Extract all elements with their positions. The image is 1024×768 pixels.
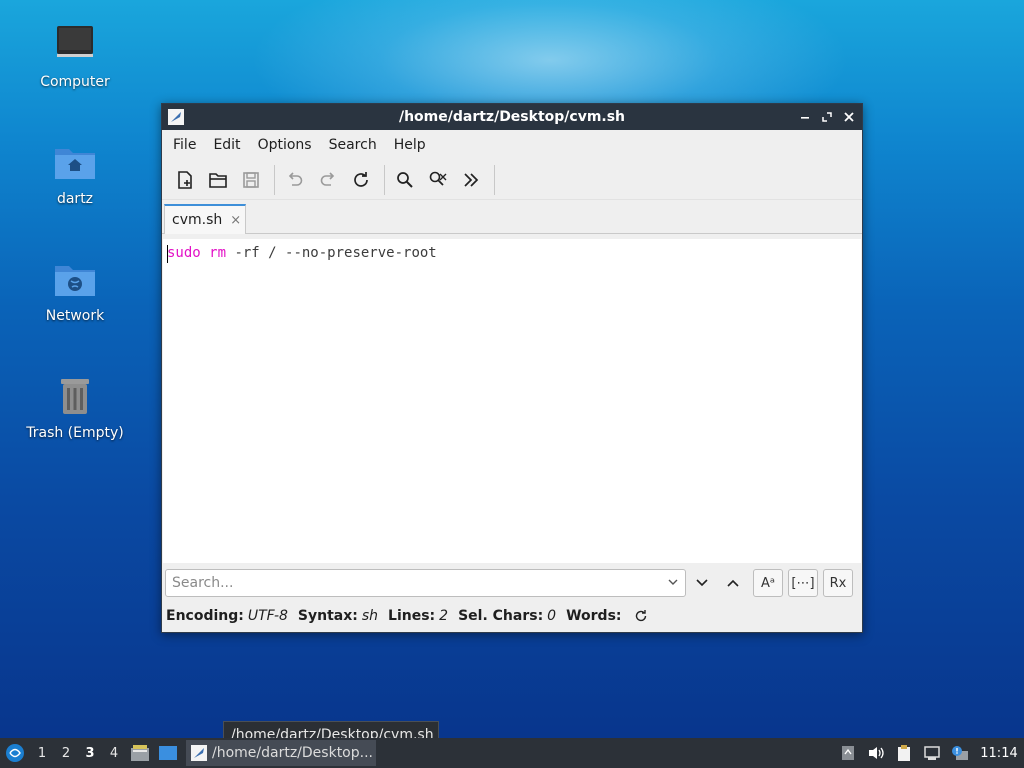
tab-close-icon[interactable]: × xyxy=(230,213,241,228)
whole-word-button[interactable]: [⋯] xyxy=(788,569,818,597)
text-editor-area[interactable]: sudo rm -rf / --no-preserve-root xyxy=(163,239,861,563)
undo-icon[interactable] xyxy=(280,165,310,195)
toolbar-separator xyxy=(494,164,495,195)
code-line: sudo rm -rf / --no-preserve-root xyxy=(167,245,437,261)
desktop-icon-network[interactable]: Network xyxy=(20,256,130,324)
system-tray: 11:14 xyxy=(834,738,1024,768)
match-case-button[interactable]: Aᵃ xyxy=(753,569,783,597)
lines-value: 2 xyxy=(439,608,449,624)
tab-bar: cvm.sh × xyxy=(162,200,862,234)
code-keyword: rm xyxy=(209,245,227,261)
clock[interactable]: 11:14 xyxy=(974,746,1024,761)
toolbar xyxy=(162,160,862,200)
home-folder-icon xyxy=(55,149,95,179)
desktop-icon-label: Trash (Empty) xyxy=(26,425,124,441)
computer-icon xyxy=(57,26,93,57)
menu-help[interactable]: Help xyxy=(387,133,433,157)
featherpad-app-icon xyxy=(191,745,207,761)
network-folder-icon xyxy=(55,266,95,296)
close-icon[interactable] xyxy=(840,108,858,126)
sel-chars-label: Sel. Chars: xyxy=(458,608,544,624)
regex-button[interactable]: Rx xyxy=(823,569,853,597)
more-icon[interactable] xyxy=(456,165,486,195)
workspace-3[interactable]: 3 xyxy=(78,738,102,768)
sel-chars-value: 0 xyxy=(547,608,557,624)
featherpad-app-icon xyxy=(168,109,184,125)
new-document-icon[interactable] xyxy=(170,165,200,195)
arrow-down-icon xyxy=(696,579,708,587)
clipboard-icon[interactable] xyxy=(890,738,918,768)
words-label: Words: xyxy=(566,608,622,624)
find-icon[interactable] xyxy=(390,165,420,195)
save-icon[interactable] xyxy=(236,165,266,195)
arrow-up-icon xyxy=(727,579,739,587)
syntax-value: sh xyxy=(361,608,379,624)
lubuntu-logo-icon xyxy=(6,744,24,762)
show-desktop-icon[interactable] xyxy=(154,738,182,768)
status-bar: Encoding: UTF-8 Syntax: sh Lines: 2 Sel.… xyxy=(166,604,648,628)
workspace-1[interactable]: 1 xyxy=(30,738,54,768)
menu-edit[interactable]: Edit xyxy=(206,133,247,157)
code-text: -rf / --no-preserve-root xyxy=(226,245,437,261)
syntax-label: Syntax: xyxy=(297,608,358,624)
find-next-button[interactable] xyxy=(687,569,717,597)
find-previous-button[interactable] xyxy=(718,569,748,597)
window-title: /home/dartz/Desktop/cvm.sh xyxy=(398,109,626,125)
volume-icon[interactable] xyxy=(862,738,890,768)
menu-search[interactable]: Search xyxy=(322,133,384,157)
workspace-4[interactable]: 4 xyxy=(102,738,126,768)
search-input[interactable]: Search... xyxy=(165,569,686,597)
tab-cvm-sh[interactable]: cvm.sh × xyxy=(164,204,246,234)
window-titlebar[interactable]: /home/dartz/Desktop/cvm.sh xyxy=(162,104,862,130)
encoding-value: UTF-8 xyxy=(247,608,288,624)
trash-icon xyxy=(61,379,89,414)
menu-options[interactable]: Options xyxy=(251,133,319,157)
chevron-down-icon[interactable] xyxy=(666,575,680,589)
toolbar-separator xyxy=(274,164,275,195)
toolbar-separator xyxy=(384,164,385,195)
encoding-label: Encoding: xyxy=(166,608,244,624)
refresh-words-icon[interactable] xyxy=(634,609,648,623)
search-bar: Search... Aᵃ [⋯] Rx xyxy=(162,566,862,600)
workspace-2[interactable]: 2 xyxy=(54,738,78,768)
find-replace-icon[interactable] xyxy=(423,165,453,195)
menu-file[interactable]: File xyxy=(166,133,203,157)
lines-label: Lines: xyxy=(388,608,436,624)
tab-label: cvm.sh xyxy=(172,212,223,228)
start-menu-button[interactable] xyxy=(0,738,30,768)
tray-up-arrow-icon[interactable] xyxy=(834,738,862,768)
desktop-icon-label: Computer xyxy=(40,74,110,90)
minimize-icon[interactable] xyxy=(796,108,814,126)
menu-bar: File Edit Options Search Help xyxy=(162,130,862,160)
network-icon[interactable] xyxy=(918,738,946,768)
open-folder-icon[interactable] xyxy=(203,165,233,195)
redo-icon[interactable] xyxy=(313,165,343,195)
desktop-icon-home-folder[interactable]: dartz xyxy=(20,139,130,207)
taskbar: 1 2 3 4 /home/dartz/Desktop... 11:14 xyxy=(0,738,1024,768)
maximize-icon[interactable] xyxy=(818,108,836,126)
task-button-editor[interactable]: /home/dartz/Desktop... xyxy=(186,740,376,766)
reload-icon[interactable] xyxy=(346,165,376,195)
task-button-label: /home/dartz/Desktop... xyxy=(212,745,373,761)
search-placeholder: Search... xyxy=(172,575,234,591)
update-notifier-icon[interactable] xyxy=(946,738,974,768)
desktop-icon-computer[interactable]: Computer xyxy=(20,22,130,90)
text-editor-window: /home/dartz/Desktop/cvm.sh File Edit Opt… xyxy=(161,103,863,633)
file-manager-launcher-icon[interactable] xyxy=(126,738,154,768)
text-cursor xyxy=(167,245,168,263)
desktop-icon-label: Network xyxy=(45,308,105,324)
desktop-icon-label: dartz xyxy=(56,191,94,207)
code-keyword: sudo xyxy=(167,245,201,261)
desktop-icon-trash[interactable]: Trash (Empty) xyxy=(20,373,130,441)
